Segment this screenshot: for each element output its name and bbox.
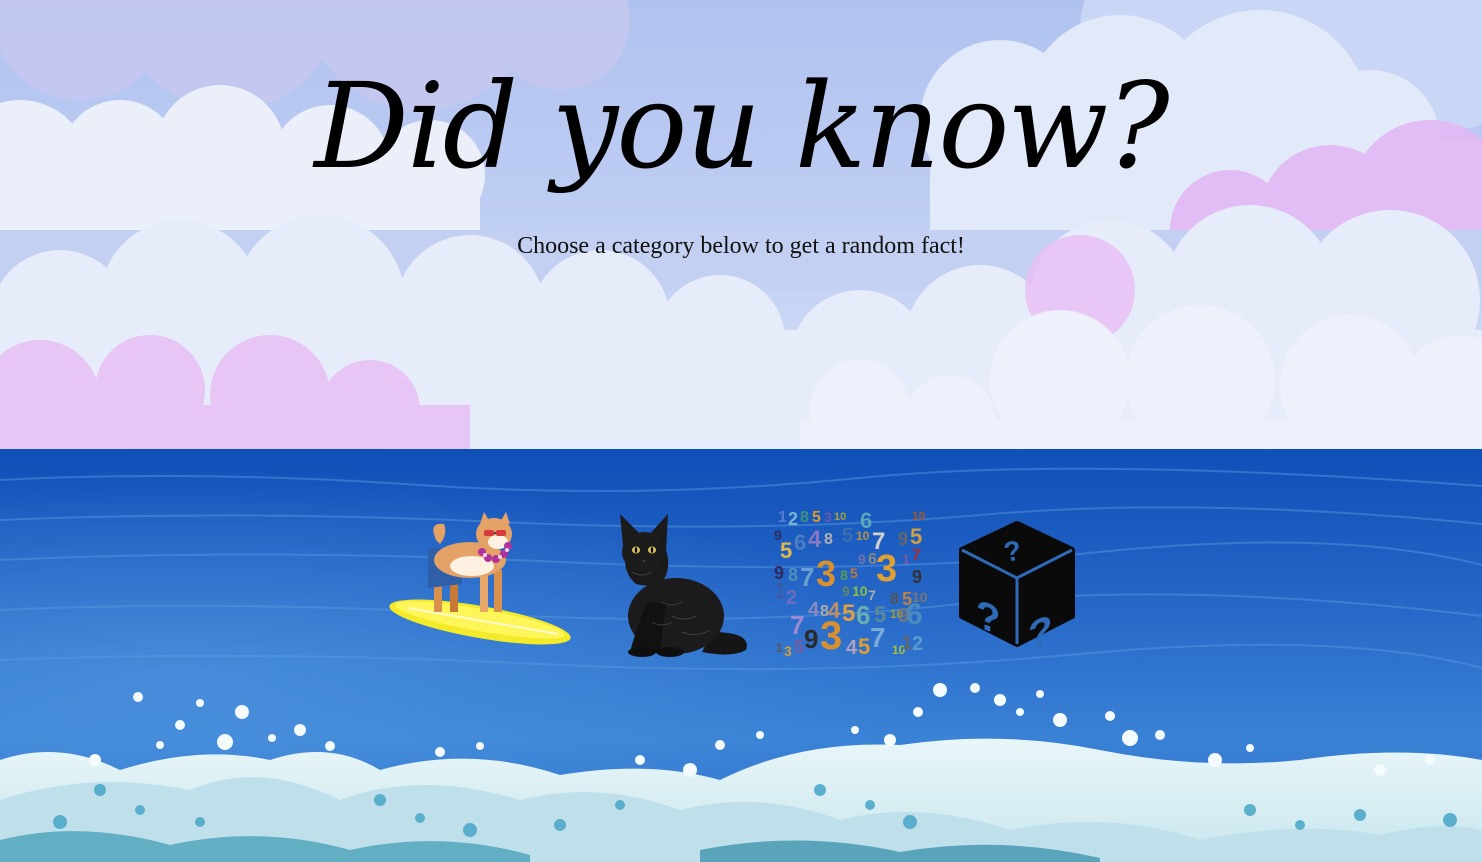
category-dog-button[interactable] [388,512,574,652]
category-number-button[interactable]: 1 2 8 5 3 10 6 10 9 5 6 4 8 5 10 7 9 5 9… [772,508,930,662]
page-title: Did you know? [314,57,1169,195]
mystery-box-icon: ? ? ? [959,521,1075,659]
page-subtitle: Choose a category below to get a random … [517,233,965,259]
svg-text:?: ? [976,591,1000,644]
category-cat-button[interactable] [612,512,752,658]
category-random-button[interactable]: ? ? ? [958,520,1076,659]
numbers-icon: 1 2 8 5 3 10 6 10 9 5 6 4 8 5 10 7 9 5 9… [774,508,928,659]
surfing-dog-icon [389,512,571,645]
black-cat-icon [620,514,747,657]
